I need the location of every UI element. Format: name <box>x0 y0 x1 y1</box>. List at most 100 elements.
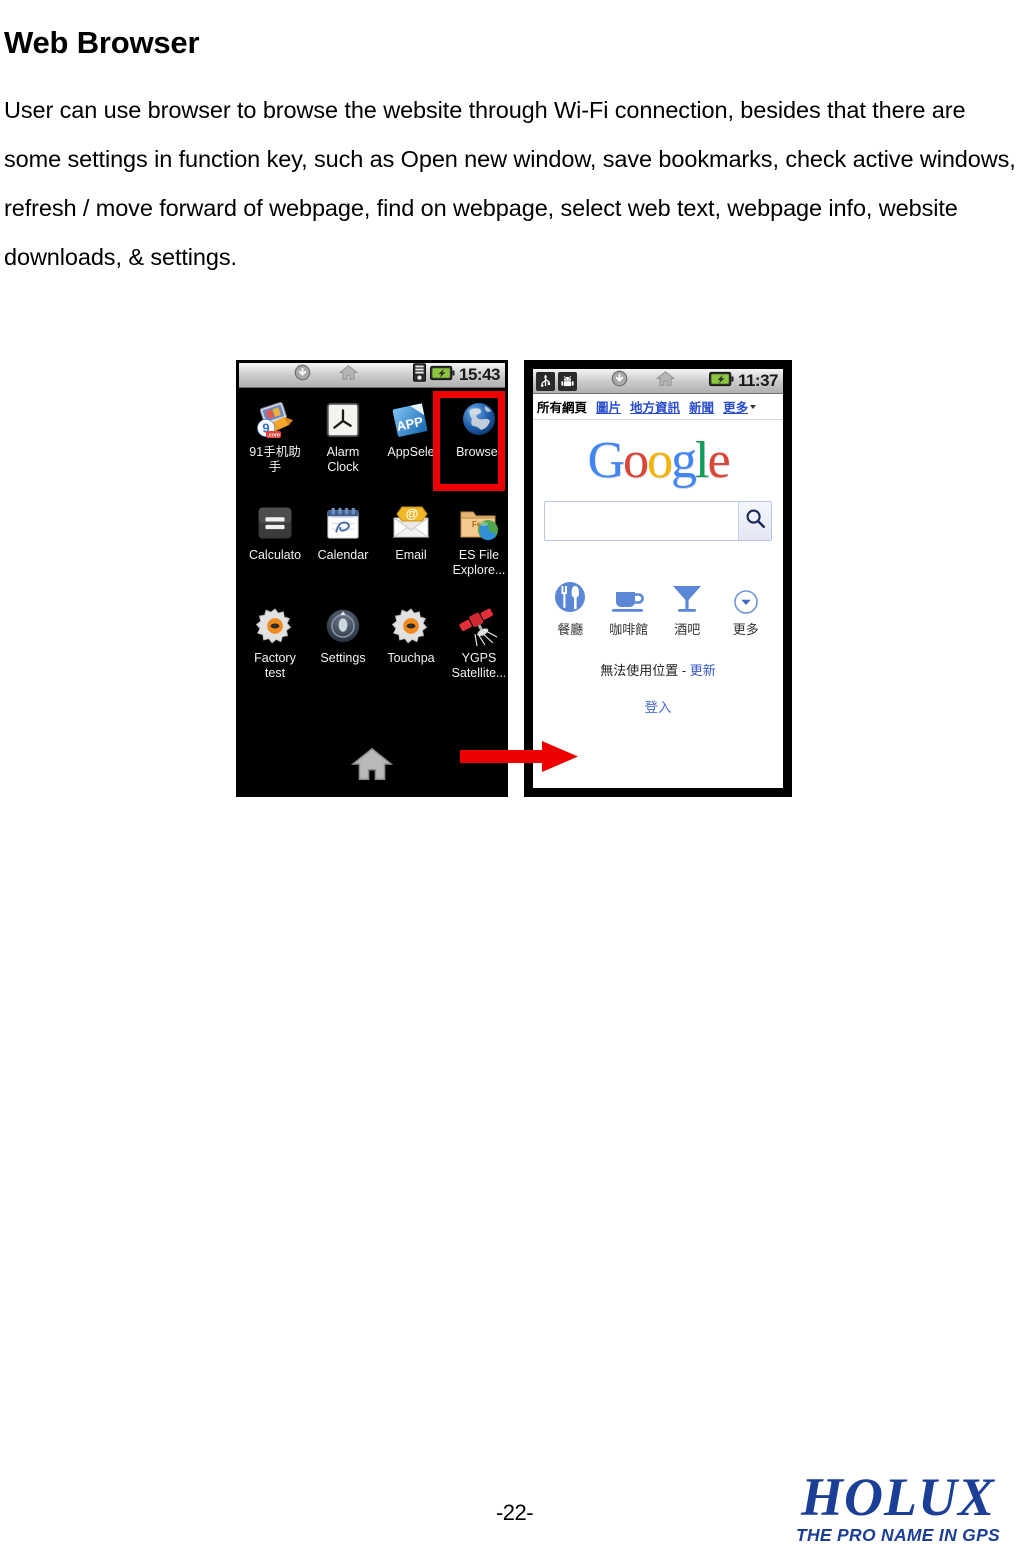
app-item-alarm-clock[interactable]: Alarm Clock <box>309 394 377 497</box>
logo-letter-e: e <box>707 432 730 489</box>
factory-test-gear-icon <box>253 604 297 648</box>
app-label: 91手机助 手 <box>249 445 301 474</box>
bar-cocktail-icon <box>670 575 704 615</box>
sd-storage-icon <box>413 363 426 387</box>
app-item-browser[interactable]: Browser <box>445 394 505 497</box>
left-clock: 15:43 <box>459 365 500 384</box>
app-item-calculator[interactable]: Calculato <box>241 497 309 600</box>
location-status-row: 無法使用位置 - 更新 <box>533 660 783 679</box>
android-debug-icon <box>558 371 577 391</box>
app-label: Touchpa <box>387 651 435 665</box>
download-icon <box>294 364 311 386</box>
nav-more-label[interactable]: 更多 <box>723 397 748 416</box>
search-input[interactable] <box>545 502 738 540</box>
brand-name: HOLUX <box>801 1467 995 1527</box>
app-item-91-assistant[interactable]: 9 .com 91手机助 手 <box>241 394 309 497</box>
home-icon[interactable] <box>350 745 394 788</box>
svg-text:@: @ <box>406 506 419 521</box>
shortcut-label: 餐廳 <box>557 622 584 637</box>
left-status-bar: 15:43 <box>239 363 505 388</box>
app-label: Calendar <box>317 548 369 562</box>
google-nav-bar: 所有網頁 圖片 地方資訊 新聞 更多 <box>533 394 783 420</box>
app-label: YGPS Satellite... <box>451 651 505 680</box>
alarm-clock-icon <box>321 398 365 442</box>
app-item-email[interactable]: @ Email <box>377 497 445 600</box>
shortcut-label: 咖啡館 <box>609 622 649 637</box>
logo-letter-g2: g <box>671 432 697 489</box>
right-status-center-icons <box>611 370 676 392</box>
body-paragraph: User can use browser to browse the websi… <box>4 96 1016 270</box>
brand-tagline: THE PRO NAME IN GPS <box>795 1525 1001 1545</box>
logo-letter-o1: o <box>623 432 649 489</box>
battery-charging-icon <box>430 365 455 386</box>
app-label: ES File Explore... <box>452 548 505 577</box>
phone-screenshot-google-home: 11:37 所有網頁 圖片 地方資訊 新聞 更多 Google 餐廳 咖啡館 酒… <box>524 360 792 797</box>
settings-dial-icon <box>321 604 365 648</box>
app-label: Alarm Clock <box>326 445 360 474</box>
shortcut-more[interactable]: 更多 <box>718 575 774 638</box>
google-search-row <box>544 501 772 541</box>
shortcut-label: 酒吧 <box>674 622 701 637</box>
app-item-touchpad[interactable]: Touchpa <box>377 600 445 703</box>
calculator-icon <box>253 501 297 545</box>
red-flow-arrow <box>460 739 580 773</box>
email-envelope-icon: @ <box>389 501 433 545</box>
more-chevron-icon <box>733 575 759 615</box>
logo-letter-l: l <box>695 432 710 489</box>
app-label: Settings <box>320 651 366 665</box>
app-item-ygps-satellite[interactable]: YGPS Satellite... <box>445 600 505 703</box>
app-selector-icon: APP <box>389 398 433 442</box>
app-label: Factory test <box>254 651 296 680</box>
shortcut-label: 更多 <box>732 622 759 637</box>
location-status-text: 無法使用位置 - <box>600 663 687 678</box>
app-item-settings[interactable]: Settings <box>309 600 377 703</box>
shortcut-cafes[interactable]: 咖啡館 <box>601 575 657 638</box>
app-item-app-selector[interactable]: APP AppSele <box>377 394 445 497</box>
gps-satellite-icon <box>457 604 501 648</box>
es-file-explorer-icon: Fex <box>457 501 501 545</box>
left-status-right: 15:43 <box>413 363 505 387</box>
sign-in-link[interactable]: 登入 <box>645 700 672 715</box>
page-title: Web Browser <box>4 24 200 60</box>
google-logo: Google <box>533 433 783 489</box>
app-label: Calculato <box>248 548 302 562</box>
right-status-left-icons <box>533 371 577 391</box>
location-refresh-link[interactable]: 更新 <box>690 663 716 678</box>
app-item-calendar[interactable]: Calendar <box>309 497 377 600</box>
brand-logo: HOLUX THE PRO NAME IN GPS <box>773 1470 1023 1546</box>
restaurant-icon <box>552 575 588 615</box>
search-icon <box>745 508 766 534</box>
nav-item-local[interactable]: 地方資訊 <box>630 397 680 416</box>
right-clock: 11:37 <box>737 371 779 390</box>
app-label: Email <box>395 548 427 562</box>
download-icon <box>611 370 628 392</box>
logo-letter-g1: G <box>587 432 625 489</box>
nav-item-all-web[interactable]: 所有網頁 <box>537 397 587 416</box>
nav-item-news[interactable]: 新聞 <box>689 397 714 416</box>
nav-item-more[interactable]: 更多 <box>723 397 757 416</box>
91-assistant-icon: 9 .com <box>253 398 297 442</box>
shortcut-restaurants[interactable]: 餐廳 <box>542 575 598 638</box>
shortcut-bars[interactable]: 酒吧 <box>659 575 715 638</box>
app-item-factory-test[interactable]: Factory test <box>241 600 309 703</box>
phone-screenshot-app-drawer: 15:43 9 .com 91手机助 手 Alarm Clock APP App… <box>236 360 508 797</box>
calendar-icon <box>321 501 365 545</box>
right-status-bar: 11:37 <box>533 369 783 394</box>
search-button[interactable] <box>738 502 771 540</box>
left-phone-screen: 15:43 9 .com 91手机助 手 Alarm Clock APP App… <box>239 363 505 794</box>
right-status-right: 11:37 <box>708 371 783 392</box>
chevron-down-icon <box>750 404 757 409</box>
app-label: Browser <box>456 445 502 459</box>
usb-icon <box>536 371 555 391</box>
cafe-cup-icon <box>610 575 648 615</box>
home-icon <box>338 364 359 386</box>
sign-in-row: 登入 <box>533 696 783 716</box>
app-item-es-file-explorer[interactable]: Fex ES File Explore... <box>445 497 505 600</box>
logo-letter-o2: o <box>647 432 673 489</box>
app-label: AppSele <box>387 445 435 459</box>
nav-item-images[interactable]: 圖片 <box>596 397 621 416</box>
battery-charging-icon <box>708 371 734 392</box>
right-phone-screen: 11:37 所有網頁 圖片 地方資訊 新聞 更多 Google 餐廳 咖啡館 酒… <box>533 369 783 788</box>
app-drawer-grid: 9 .com 91手机助 手 Alarm Clock APP AppSele B… <box>239 388 505 703</box>
left-status-center-icons <box>294 364 359 386</box>
